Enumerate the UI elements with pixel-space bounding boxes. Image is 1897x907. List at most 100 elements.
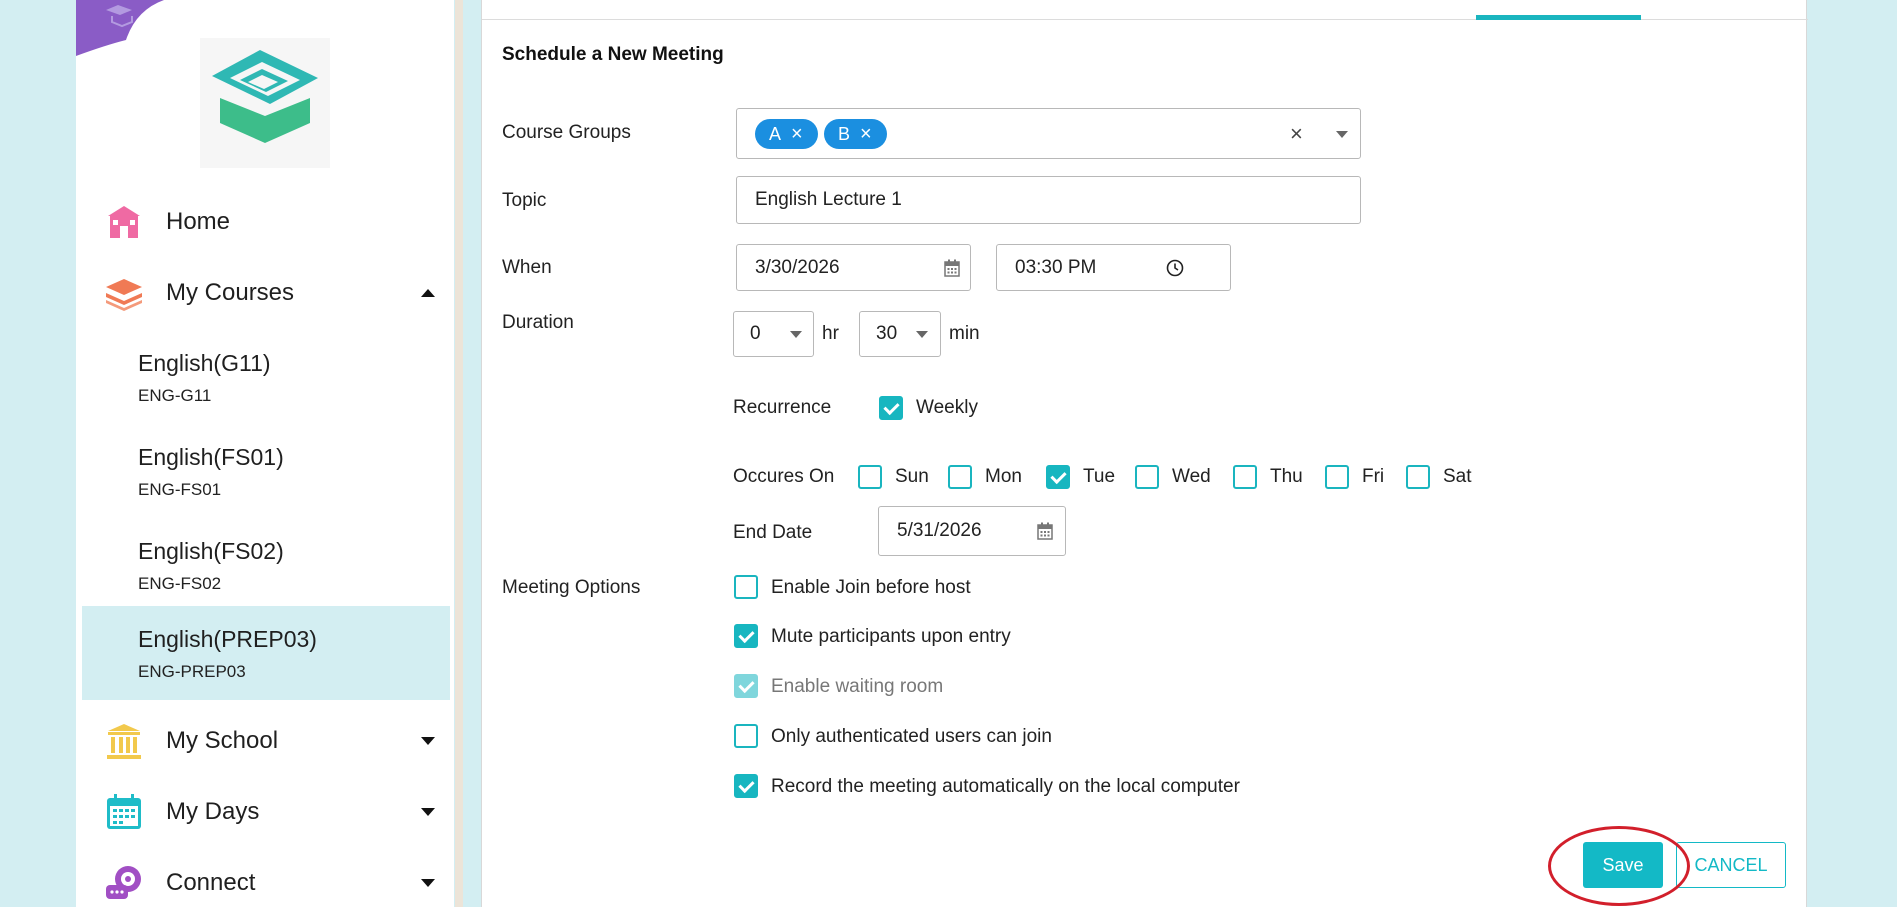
date-input[interactable]: 3/30/2026 [736,244,971,291]
day-tue-checkbox[interactable] [1046,465,1070,489]
chip-label: B [838,123,851,144]
course-groups-label: Course Groups [502,122,631,143]
weekly-checkbox[interactable] [879,396,903,420]
day-wed-label: Wed [1172,466,1211,487]
course-item-eng-fs01[interactable]: English(FS01) ENG-FS01 [82,424,450,518]
chip-b: B × [824,119,887,149]
sidebar-scrollbar[interactable] [455,0,463,907]
date-value: 3/30/2026 [755,256,840,278]
calendar-icon[interactable] [1037,522,1053,540]
sidebar: Home My Courses English(G11) ENG-G11 Eng… [76,0,454,907]
course-name: English(FS02) [138,538,284,564]
topic-input[interactable]: English Lecture 1 [736,176,1361,224]
day-fri-checkbox[interactable] [1325,465,1349,489]
day-thu-checkbox[interactable] [1233,465,1257,489]
chevron-down-icon[interactable] [421,737,435,745]
meeting-options-label: Meeting Options [502,577,641,598]
nav-my-school-label: My School [166,727,279,754]
school-logo-icon [200,38,330,168]
nav-my-days-label: My Days [166,798,260,825]
join-before-host-label: Enable Join before host [771,577,971,598]
recurrence-label: Recurrence [733,397,832,418]
end-date-value: 5/31/2026 [897,520,982,541]
authenticated-users-label: Only authenticated users can join [771,726,1052,747]
chevron-up-icon[interactable] [421,289,435,297]
nav-my-days[interactable]: My Days [76,782,454,842]
day-thu-label: Thu [1270,466,1303,487]
course-code: ENG-G11 [138,386,212,405]
mute-participants-label: Mute participants upon entry [771,626,1011,647]
occurs-on-label: Occures On [733,466,835,487]
nav-my-school[interactable]: My School [76,711,454,771]
record-locally-checkbox[interactable] [734,774,758,798]
day-sun-label: Sun [895,466,929,487]
nav-my-courses[interactable]: My Courses [76,263,454,323]
weekly-label: Weekly [916,397,978,418]
calendar-icon[interactable] [944,259,960,277]
form-title: Schedule a New Meeting [502,44,724,65]
course-name: English(FS01) [138,444,284,470]
course-code: ENG-FS02 [138,574,222,593]
remove-chip-icon[interactable]: × [791,124,803,144]
clock-icon[interactable] [1166,259,1184,277]
active-tab-indicator [1476,15,1641,20]
end-date-label: End Date [733,522,813,543]
minutes-value: 30 [876,323,898,344]
home-icon [104,202,144,242]
course-groups-select[interactable]: A × B × × [736,108,1361,159]
nav-my-courses-label: My Courses [166,279,295,306]
hours-unit: hr [822,323,839,344]
nav-connect[interactable]: Connect [76,853,454,907]
waiting-room-checkbox [734,674,758,698]
chip-label: A [769,123,782,144]
course-name: English(PREP03) [138,626,317,652]
day-mon-checkbox[interactable] [948,465,972,489]
schedule-meeting-panel: Schedule a New Meeting Course Groups A ×… [481,0,1808,907]
day-mon-label: Mon [985,466,1022,487]
time-input[interactable]: 03:30 PM [996,244,1231,291]
remove-chip-icon[interactable]: × [860,124,872,144]
day-fri-label: Fri [1362,466,1385,487]
hours-value: 0 [750,323,761,344]
nav-connect-label: Connect [166,869,256,896]
chevron-down-icon[interactable] [916,331,928,338]
topic-label: Topic [502,190,547,211]
mute-participants-checkbox[interactable] [734,624,758,648]
nav-home[interactable]: Home [76,192,454,252]
chevron-down-icon[interactable] [421,879,435,887]
chevron-down-icon[interactable] [1336,131,1348,138]
authenticated-users-checkbox[interactable] [734,724,758,748]
course-item-eng-fs02[interactable]: English(FS02) ENG-FS02 [82,518,450,612]
minutes-select[interactable]: 30 [859,311,941,357]
calendar-icon [104,792,144,832]
connect-icon [104,863,144,903]
chip-a: A × [755,119,818,149]
time-value: 03:30 PM [1015,256,1097,278]
day-sun-checkbox[interactable] [858,465,882,489]
when-label: When [502,257,552,278]
minutes-unit: min [949,323,980,344]
cancel-button[interactable]: CANCEL [1676,842,1786,888]
clear-all-icon[interactable]: × [1290,121,1303,147]
topic-value: English Lecture 1 [755,189,902,210]
duration-label: Duration [502,312,574,333]
day-wed-checkbox[interactable] [1135,465,1159,489]
day-tue-label: Tue [1083,466,1116,487]
course-item-eng-prep03[interactable]: English(PREP03) ENG-PREP03 [82,606,450,700]
join-before-host-checkbox[interactable] [734,575,758,599]
chevron-down-icon[interactable] [790,331,802,338]
chevron-down-icon[interactable] [421,808,435,816]
course-item-eng-g11[interactable]: English(G11) ENG-G11 [82,330,450,424]
end-date-input[interactable]: 5/31/2026 [878,506,1066,556]
nav-home-label: Home [166,208,231,235]
day-sat-checkbox[interactable] [1406,465,1430,489]
courses-icon [104,273,144,313]
save-button[interactable]: Save [1583,842,1663,888]
course-code: ENG-FS01 [138,480,222,499]
school-icon [104,721,144,761]
course-code: ENG-PREP03 [138,662,246,681]
record-locally-label: Record the meeting automatically on the … [771,776,1240,797]
course-name: English(G11) [138,350,271,376]
hours-select[interactable]: 0 [733,311,814,357]
waiting-room-label: Enable waiting room [771,676,944,697]
